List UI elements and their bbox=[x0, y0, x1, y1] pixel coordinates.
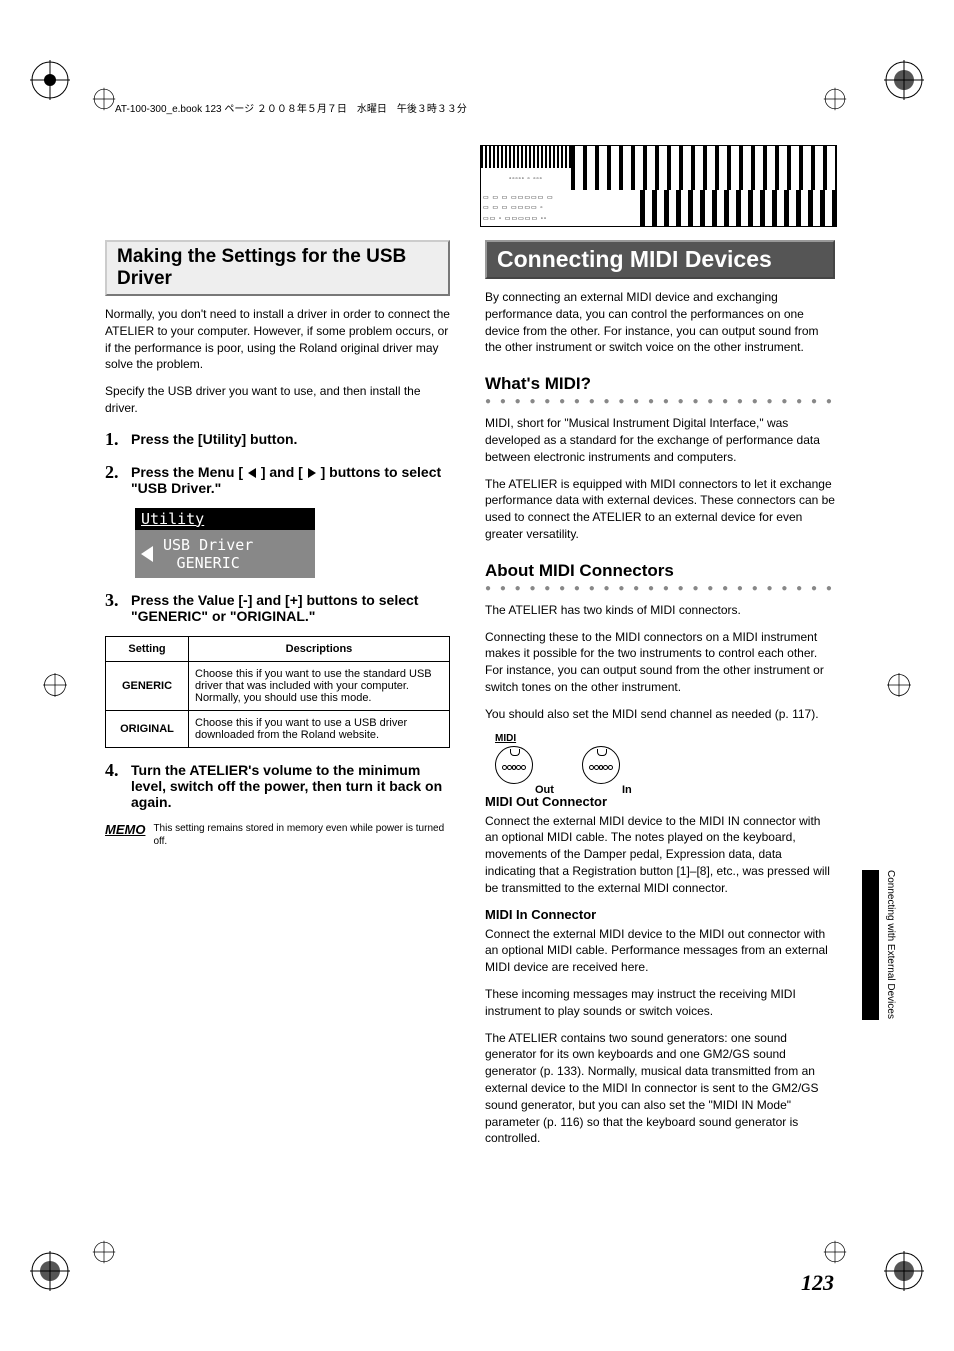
registration-mark-icon bbox=[884, 670, 914, 700]
paragraph: The ATELIER has two kinds of MIDI connec… bbox=[485, 602, 835, 619]
subheading-small: MIDI In Connector bbox=[485, 907, 835, 922]
paragraph: MIDI, short for "Musical Instrument Digi… bbox=[485, 415, 835, 465]
lcd-screen: Utility USB DriverGENERIC bbox=[135, 508, 315, 578]
registration-mark-icon bbox=[821, 1238, 849, 1266]
registration-mark-icon bbox=[40, 670, 70, 700]
step-text: Press the Value [-] and [+] buttons to s… bbox=[131, 590, 450, 624]
subheading: About MIDI Connectors bbox=[485, 561, 835, 581]
paragraph: Connect the external MIDI device to the … bbox=[485, 926, 835, 976]
settings-table: SettingDescriptions GENERICChoose this i… bbox=[105, 636, 450, 748]
memo-text: This setting remains stored in memory ev… bbox=[153, 822, 450, 848]
paragraph: Specify the USB driver you want to use, … bbox=[105, 383, 450, 417]
arrow-left-icon bbox=[248, 468, 256, 478]
page-number: 123 bbox=[801, 1270, 834, 1296]
midi-jacks-figure: MIDI Out In bbox=[495, 733, 835, 784]
print-header: AT-100-300_e.book 123 ページ ２００８年５月７日 水曜日 … bbox=[115, 100, 467, 115]
paragraph: Connecting these to the MIDI connectors … bbox=[485, 629, 835, 696]
paragraph: The ATELIER is equipped with MIDI connec… bbox=[485, 476, 835, 543]
dotted-rule: ● ● ● ● ● ● ● ● ● ● ● ● ● ● ● ● ● ● ● ● … bbox=[485, 396, 835, 407]
triangle-left-icon bbox=[141, 546, 153, 562]
paragraph: Normally, you don't need to install a dr… bbox=[105, 306, 450, 373]
paragraph: By connecting an external MIDI device an… bbox=[485, 289, 835, 356]
subheading: What's MIDI? bbox=[485, 374, 835, 394]
step-number: 3. bbox=[105, 590, 123, 624]
paragraph: Connect the external MIDI device to the … bbox=[485, 813, 835, 897]
registration-mark-icon bbox=[821, 85, 849, 113]
registration-mark-icon bbox=[90, 85, 118, 113]
left-column: Making the Settings for the USB Driver N… bbox=[105, 140, 450, 1157]
paragraph: These incoming messages may instruct the… bbox=[485, 986, 835, 1020]
section-title-usb: Making the Settings for the USB Driver bbox=[105, 240, 450, 296]
memo-label: MEMO bbox=[105, 822, 145, 848]
dotted-rule: ● ● ● ● ● ● ● ● ● ● ● ● ● ● ● ● ● ● ● ● … bbox=[485, 583, 835, 594]
side-label: Connecting with External Devices bbox=[885, 870, 896, 1019]
step-number: 1. bbox=[105, 429, 123, 450]
step-text: Turn the ATELIER's volume to the minimum… bbox=[131, 760, 450, 810]
step-number: 2. bbox=[105, 462, 123, 496]
right-column: Connecting MIDI Devices By connecting an… bbox=[485, 140, 835, 1157]
registration-mark-icon bbox=[884, 1251, 924, 1291]
paragraph: The ATELIER contains two sound generator… bbox=[485, 1030, 835, 1148]
step-number: 4. bbox=[105, 760, 123, 810]
step-text: Press the [Utility] button. bbox=[131, 429, 297, 450]
registration-mark-icon bbox=[30, 60, 70, 100]
midi-out-jack-icon bbox=[495, 746, 533, 784]
paragraph: You should also set the MIDI send channe… bbox=[485, 706, 835, 723]
step-text: Press the Menu [ ] and [ ] buttons to se… bbox=[131, 462, 450, 496]
midi-in-jack-icon bbox=[582, 746, 620, 784]
thumb-tab bbox=[862, 870, 879, 1020]
registration-mark-icon bbox=[884, 60, 924, 100]
section-title-midi: Connecting MIDI Devices bbox=[485, 240, 835, 279]
registration-mark-icon bbox=[90, 1238, 118, 1266]
registration-mark-icon bbox=[30, 1251, 70, 1291]
arrow-right-icon bbox=[308, 468, 316, 478]
subheading-small: MIDI Out Connector bbox=[485, 794, 835, 809]
